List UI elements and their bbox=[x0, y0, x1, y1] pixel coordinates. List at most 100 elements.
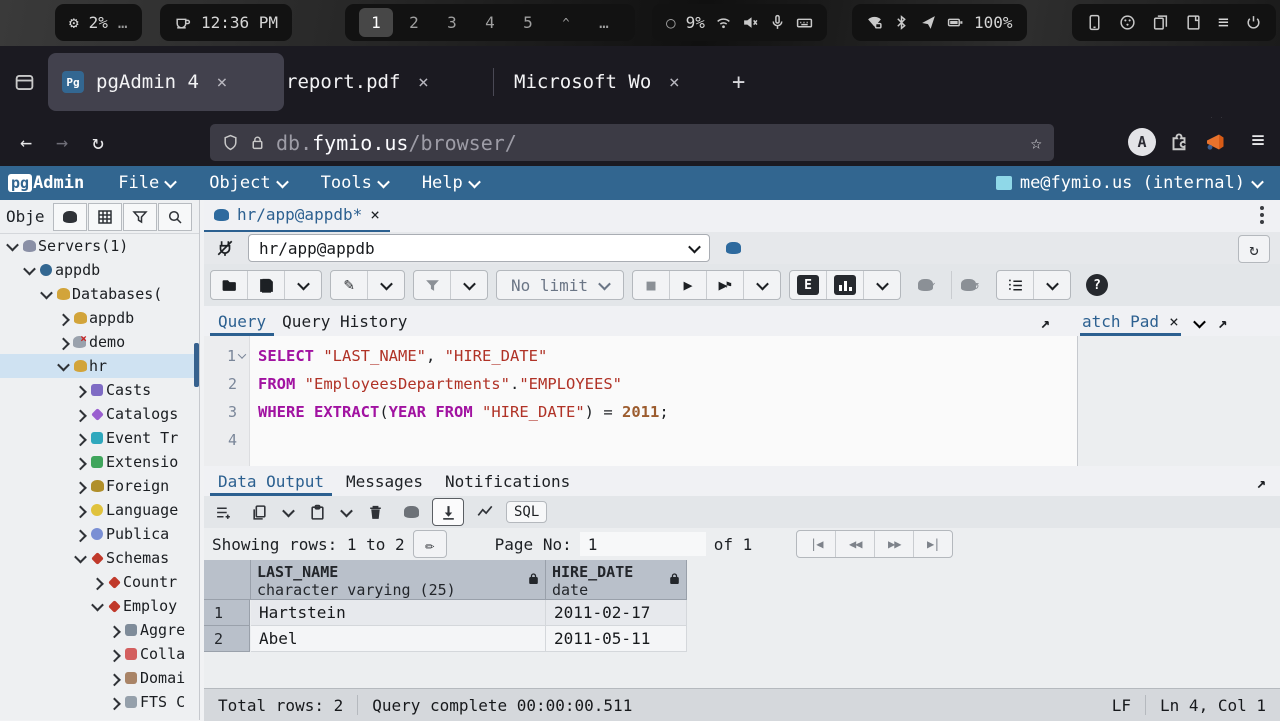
next-page-button[interactable]: ▶▶ bbox=[874, 531, 913, 557]
lock-icon[interactable] bbox=[249, 134, 266, 151]
user-menu[interactable]: me@fymio.us (internal) bbox=[996, 166, 1262, 200]
menu-object[interactable]: Object bbox=[209, 173, 286, 193]
browser-tab-report[interactable]: report.pdf × bbox=[272, 53, 510, 111]
chevron-right-icon[interactable] bbox=[57, 313, 70, 326]
row-number-cell[interactable]: 1 bbox=[204, 600, 250, 626]
network-tray[interactable]: 100% bbox=[852, 4, 1027, 41]
save-options-chevron-icon[interactable] bbox=[284, 271, 321, 299]
menu-file[interactable]: File bbox=[118, 173, 175, 193]
reload-button[interactable]: ↻ bbox=[80, 130, 116, 154]
url-text[interactable]: db.fymio.us/browser/ bbox=[276, 131, 517, 155]
column-header-lastname[interactable]: LAST_NAME character varying (25) bbox=[251, 560, 546, 600]
column-header-hiredate[interactable]: HIRE_DATE date bbox=[546, 560, 687, 600]
connection-select[interactable]: hr/app@appdb bbox=[248, 234, 710, 262]
cpu-indicator[interactable]: ⚙ 2% … bbox=[55, 4, 142, 41]
add-row-button[interactable] bbox=[208, 499, 238, 525]
pgadmin-logo[interactable]: pgAdmin bbox=[8, 173, 84, 193]
explain-button[interactable]: E bbox=[790, 271, 826, 299]
prev-page-button[interactable]: ◀◀ bbox=[835, 531, 874, 557]
show-sql-button[interactable]: SQL bbox=[506, 501, 547, 523]
scratch-pad-panel[interactable] bbox=[1077, 336, 1280, 466]
cell-lastname-1[interactable]: Hartstein bbox=[251, 600, 546, 626]
shield-icon[interactable] bbox=[222, 134, 239, 151]
rollback-button[interactable]: ↺ bbox=[951, 271, 988, 299]
tree-item-publications[interactable]: Publica bbox=[0, 522, 199, 546]
tree-item-appdb-db[interactable]: appdb bbox=[0, 306, 199, 330]
system-tray[interactable]: ≡ bbox=[1072, 4, 1276, 41]
workspace-up-icon[interactable]: ^ bbox=[549, 8, 583, 37]
tree-item-casts[interactable]: Casts bbox=[0, 378, 199, 402]
save-data-button[interactable] bbox=[396, 499, 426, 525]
workspace-5[interactable]: 5 bbox=[511, 8, 545, 37]
browser-tab-pgadmin[interactable]: Pg pgAdmin 4 × bbox=[48, 53, 284, 111]
back-button[interactable]: ← bbox=[8, 130, 44, 154]
first-page-button[interactable]: |◀ bbox=[797, 531, 835, 557]
close-icon[interactable]: × bbox=[412, 72, 434, 93]
help-button[interactable]: ? bbox=[1079, 271, 1115, 299]
tab-scratch-pad[interactable]: atch Pad× bbox=[1080, 312, 1181, 336]
cell-lastname-2[interactable]: Abel bbox=[251, 626, 546, 652]
tree-item-catalogs[interactable]: Catalogs bbox=[0, 402, 199, 426]
execute-chevron-icon[interactable] bbox=[743, 271, 780, 299]
sql-editor[interactable]: 1 2 3 4 SELECT "LAST_NAME", "HIRE_DATE" … bbox=[204, 336, 1077, 466]
query-tool-tab[interactable]: hr/app@appdb* × bbox=[204, 199, 390, 233]
paste-chevron-icon[interactable] bbox=[338, 508, 354, 517]
chevron-right-icon[interactable] bbox=[108, 625, 121, 638]
close-icon[interactable]: × bbox=[370, 205, 380, 224]
edit-button[interactable]: ✎ bbox=[331, 271, 367, 299]
workspace-4[interactable]: 4 bbox=[473, 8, 507, 37]
last-page-button[interactable]: ▶| bbox=[913, 531, 952, 557]
tree-item-databases[interactable]: Databases( bbox=[0, 282, 199, 306]
limit-select[interactable]: No limit bbox=[496, 270, 624, 300]
filter-button[interactable] bbox=[414, 271, 450, 299]
chevron-down-icon[interactable] bbox=[57, 358, 70, 371]
close-icon[interactable]: × bbox=[663, 72, 685, 93]
chevron-right-icon[interactable] bbox=[74, 385, 87, 398]
chevron-right-icon[interactable] bbox=[108, 649, 121, 662]
filter-options-chevron-icon[interactable] bbox=[450, 271, 487, 299]
chevron-down-icon[interactable] bbox=[40, 286, 53, 299]
chevron-down-icon[interactable] bbox=[23, 262, 36, 275]
editor-code[interactable]: SELECT "LAST_NAME", "HIRE_DATE" FROM "Em… bbox=[250, 336, 669, 466]
chevron-right-icon[interactable] bbox=[108, 697, 121, 710]
forward-button[interactable]: → bbox=[44, 130, 80, 154]
explain-analyze-button[interactable] bbox=[826, 271, 863, 299]
tree-item-schema-countries[interactable]: Countr bbox=[0, 570, 199, 594]
extensions-puzzle-icon[interactable] bbox=[1168, 130, 1190, 152]
chevron-right-icon[interactable] bbox=[91, 577, 104, 590]
menu-help[interactable]: Help bbox=[422, 173, 479, 193]
chevron-right-icon[interactable] bbox=[74, 433, 87, 446]
close-icon[interactable]: × bbox=[211, 72, 233, 93]
paste-button[interactable] bbox=[302, 499, 332, 525]
tree-item-event-triggers[interactable]: Event Tr bbox=[0, 426, 199, 450]
save-file-button[interactable] bbox=[247, 271, 284, 299]
cell-hiredate-1[interactable]: 2011-02-17 bbox=[546, 600, 687, 626]
stop-button[interactable]: ■ bbox=[633, 271, 669, 299]
address-bar[interactable]: db.fymio.us/browser/ ☆ bbox=[210, 124, 1054, 161]
chevron-right-icon[interactable] bbox=[74, 457, 87, 470]
tree-item-extensions[interactable]: Extensio bbox=[0, 450, 199, 474]
workspace-1[interactable]: 1 bbox=[359, 8, 393, 37]
status-tray[interactable]: ○ 9% bbox=[652, 4, 827, 41]
panel-menu-kebab-icon[interactable] bbox=[1260, 206, 1264, 224]
delete-row-button[interactable] bbox=[360, 499, 390, 525]
page-number-input[interactable] bbox=[580, 532, 706, 556]
explain-chevron-icon[interactable] bbox=[863, 271, 900, 299]
clock-widget[interactable]: 12:36 PM bbox=[160, 4, 292, 41]
tree-item-demo-db[interactable]: ×demo bbox=[0, 330, 199, 354]
expand-output-icon[interactable]: ↗ bbox=[1256, 473, 1266, 496]
edit-range-button[interactable]: ✏ bbox=[413, 530, 447, 558]
chevron-down-icon[interactable] bbox=[91, 598, 104, 611]
new-connection-icon[interactable] bbox=[718, 235, 748, 261]
menu-tools[interactable]: Tools bbox=[321, 173, 388, 193]
workspace-2[interactable]: 2 bbox=[397, 8, 431, 37]
corner-header-cell[interactable] bbox=[204, 560, 251, 600]
tree-scrollbar-thumb[interactable] bbox=[194, 343, 199, 387]
tree-item-foreign-data-wrappers[interactable]: Foreign bbox=[0, 474, 199, 498]
tree-item-aggregates[interactable]: Aggre bbox=[0, 618, 199, 642]
chevron-down-icon[interactable] bbox=[6, 238, 19, 251]
tree-item-appdb-server[interactable]: appdb bbox=[0, 258, 199, 282]
tab-data-output[interactable]: Data Output bbox=[210, 470, 332, 496]
expand-editor-icon[interactable]: ↗ bbox=[1040, 313, 1050, 336]
execute-options-button[interactable]: ▶⚑ bbox=[706, 271, 743, 299]
